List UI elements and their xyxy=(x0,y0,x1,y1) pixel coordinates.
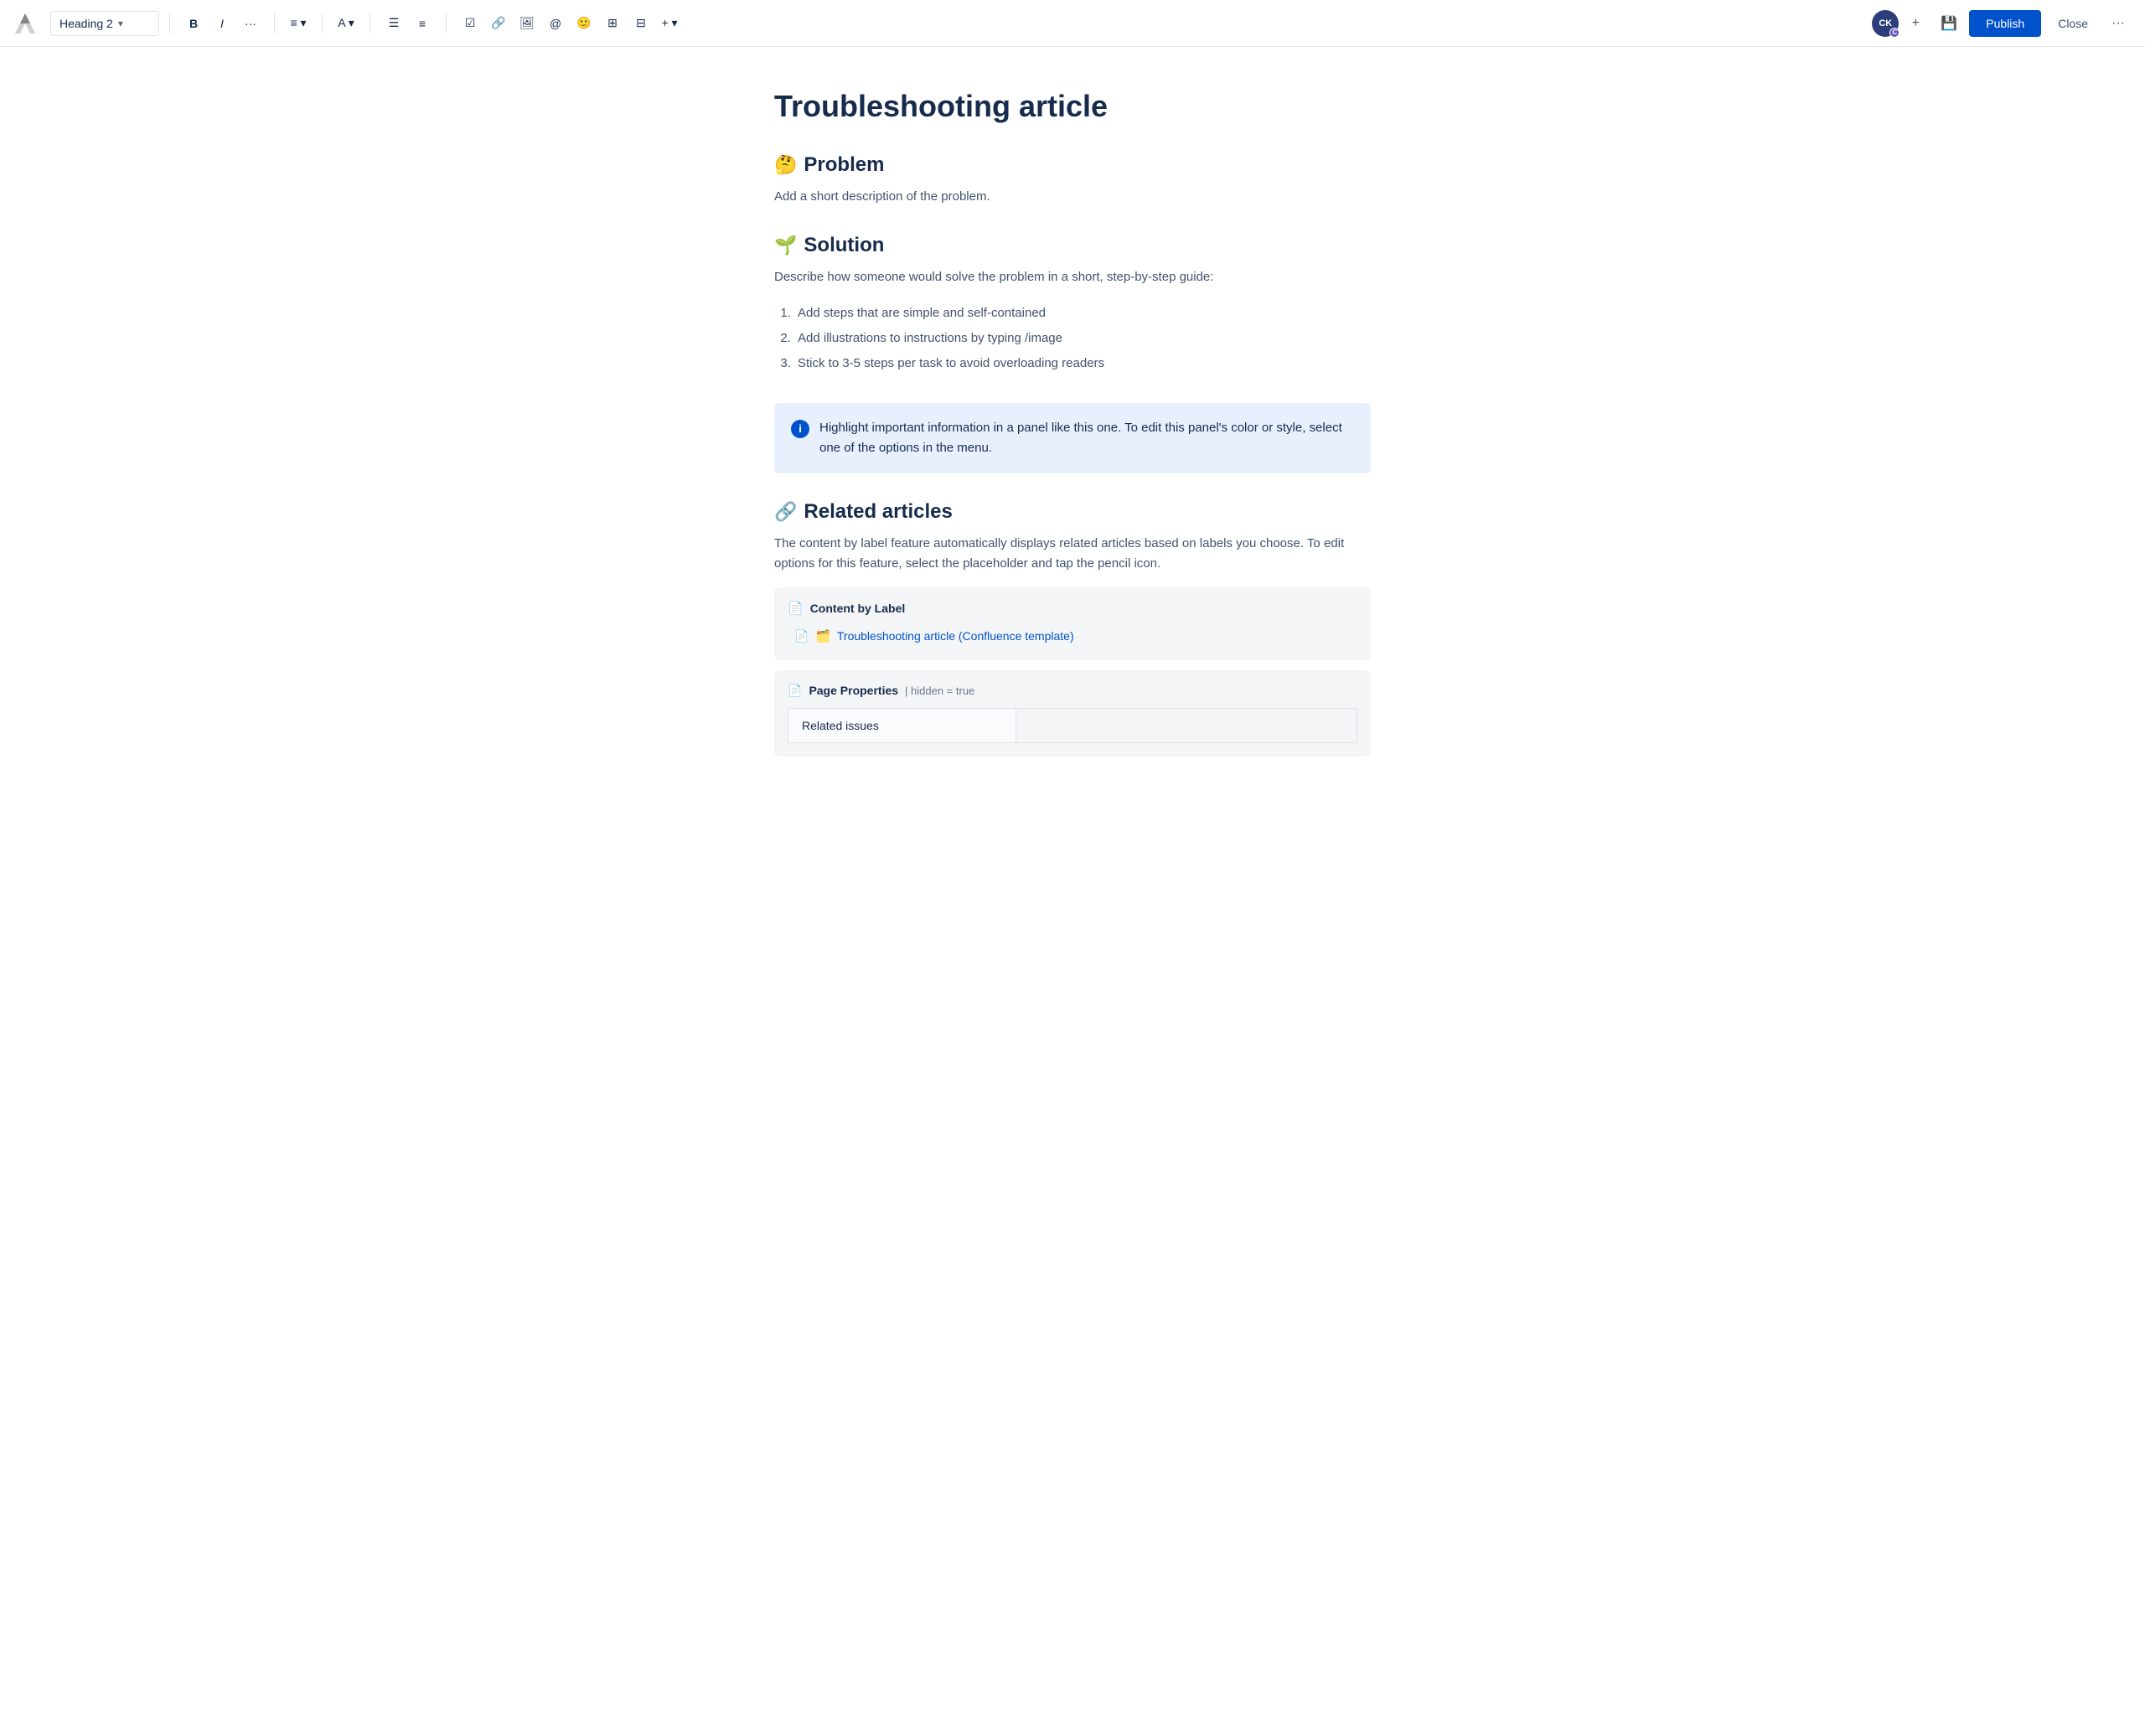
insert-more-button[interactable]: + ▾ xyxy=(656,10,683,37)
text-color-icon: A ▾ xyxy=(338,16,354,30)
align-icon: ≡ ▾ xyxy=(290,16,306,30)
page-properties-hidden: | hidden = true xyxy=(905,685,974,697)
numbered-list-icon: ≡ xyxy=(419,17,426,30)
heading-select-label: Heading 2 xyxy=(59,17,113,30)
avatar-initials: CK xyxy=(1879,18,1892,28)
align-button[interactable]: ≡ ▾ xyxy=(285,10,312,37)
text-format-group: B I ··· xyxy=(180,10,264,37)
related-articles-description: The content by label feature automatical… xyxy=(774,534,1371,574)
content-by-label-item: 📄 🗂️ Troubleshooting article (Confluence… xyxy=(794,626,1357,647)
related-articles-emoji: 🔗 xyxy=(774,501,797,523)
list-item: Stick to 3-5 steps per task to avoid ove… xyxy=(794,351,1371,376)
problem-section: 🤔 Problem Add a short description of the… xyxy=(774,153,1371,207)
document-icon: 📄 xyxy=(788,601,804,616)
emoji-button[interactable]: 🙂 xyxy=(571,10,597,37)
more-options-button[interactable]: ··· xyxy=(2105,10,2132,37)
link-button[interactable]: 🔗 xyxy=(485,10,512,37)
solution-section: 🌱 Solution Describe how someone would so… xyxy=(774,234,1371,376)
problem-heading-text: Problem xyxy=(804,153,884,177)
bullet-list-icon: ☰ xyxy=(389,16,400,30)
content-by-label-header: 📄 Content by Label xyxy=(788,601,1357,616)
problem-emoji: 🤔 xyxy=(774,154,797,176)
table-icon: ⊞ xyxy=(607,16,618,30)
related-articles-heading-text: Related articles xyxy=(804,500,952,524)
related-articles-section: 🔗 Related articles The content by label … xyxy=(774,500,1371,757)
more-format-button[interactable]: ··· xyxy=(237,10,264,37)
column-icon: ⊟ xyxy=(636,16,646,30)
item-tag-emoji: 🗂️ xyxy=(815,629,830,643)
table-cell-label: Related issues xyxy=(788,708,1016,742)
toolbar: Heading 2 ▾ B I ··· ≡ ▾ A ▾ ☰ ≡ ☑ 🔗 xyxy=(0,0,2145,47)
ellipsis-icon: ··· xyxy=(2111,16,2125,31)
divider-5 xyxy=(446,13,447,34)
numbered-list-button[interactable]: ≡ xyxy=(409,10,436,37)
column-button[interactable]: ⊟ xyxy=(628,10,654,37)
table-cell-value[interactable] xyxy=(1016,708,1357,742)
list-group: ☰ ≡ xyxy=(380,10,436,37)
bullet-list-button[interactable]: ☰ xyxy=(380,10,407,37)
info-panel: i Highlight important information in a p… xyxy=(774,403,1371,473)
list-item: Add illustrations to instructions by typ… xyxy=(794,326,1371,351)
checkbox-icon: ☑ xyxy=(465,16,476,30)
related-articles-heading: 🔗 Related articles xyxy=(774,500,1371,524)
info-panel-text: Highlight important information in a pan… xyxy=(819,418,1354,458)
chevron-down-icon: ▾ xyxy=(118,18,123,29)
solution-emoji: 🌱 xyxy=(774,235,797,256)
solution-heading-text: Solution xyxy=(804,234,884,257)
italic-button[interactable]: I xyxy=(209,10,235,37)
page-properties-block: 📄 Page Properties | hidden = true Relate… xyxy=(774,670,1371,757)
solution-heading: 🌱 Solution xyxy=(774,234,1371,257)
divider-2 xyxy=(274,13,275,34)
link-icon: 🔗 xyxy=(491,16,505,30)
plus-icon: + ▾ xyxy=(661,16,677,30)
at-icon: @ xyxy=(550,17,561,30)
page-properties-table: Related issues xyxy=(788,708,1357,743)
avatar-badge: C xyxy=(1889,28,1899,38)
text-color-button[interactable]: A ▾ xyxy=(333,10,359,37)
divider-3 xyxy=(322,13,323,34)
solution-steps: Add steps that are simple and self-conta… xyxy=(794,301,1371,376)
info-icon: i xyxy=(791,420,809,438)
page-properties-header: 📄 Page Properties | hidden = true xyxy=(788,684,1357,698)
mention-button[interactable]: @ xyxy=(542,10,569,37)
problem-heading: 🤔 Problem xyxy=(774,153,1371,177)
heading-select[interactable]: Heading 2 ▾ xyxy=(50,11,159,36)
solution-description: Describe how someone would solve the pro… xyxy=(774,267,1371,287)
divider-1 xyxy=(169,13,170,34)
content-by-label-label: Content by Label xyxy=(810,602,906,615)
publish-button[interactable]: Publish xyxy=(1969,10,2041,37)
item-document-icon: 📄 xyxy=(794,629,809,643)
list-item: Add steps that are simple and self-conta… xyxy=(794,301,1371,326)
add-collaborator-button[interactable]: + xyxy=(1902,10,1929,37)
content-area: Troubleshooting article 🤔 Problem Add a … xyxy=(754,47,1391,834)
avatar: CK C xyxy=(1872,10,1899,37)
content-by-label-block: 📄 Content by Label 📄 🗂️ Troubleshooting … xyxy=(774,587,1371,660)
page-properties-label: Page Properties xyxy=(809,684,898,697)
problem-description: Add a short description of the problem. xyxy=(774,187,1371,207)
page-props-icon: 📄 xyxy=(788,684,802,698)
image-button[interactable]: 🖼 xyxy=(514,10,540,37)
emoji-icon: 🙂 xyxy=(576,16,591,30)
save-icon-button[interactable]: 💾 xyxy=(1936,10,1962,37)
image-icon: 🖼 xyxy=(519,16,535,30)
bold-button[interactable]: B xyxy=(180,10,207,37)
close-button[interactable]: Close xyxy=(2048,10,2098,37)
table-row: Related issues xyxy=(788,708,1357,742)
task-list-button[interactable]: ☑ xyxy=(457,10,483,37)
table-button[interactable]: ⊞ xyxy=(599,10,626,37)
content-by-label-link[interactable]: Troubleshooting article (Confluence temp… xyxy=(837,629,1074,643)
save-icon: 💾 xyxy=(1941,15,1957,32)
app-logo xyxy=(13,12,37,35)
avatar-group: CK C + xyxy=(1872,10,1929,37)
insert-group: ☑ 🔗 🖼 @ 🙂 ⊞ ⊟ + ▾ xyxy=(457,10,683,37)
page-title[interactable]: Troubleshooting article xyxy=(774,87,1371,127)
